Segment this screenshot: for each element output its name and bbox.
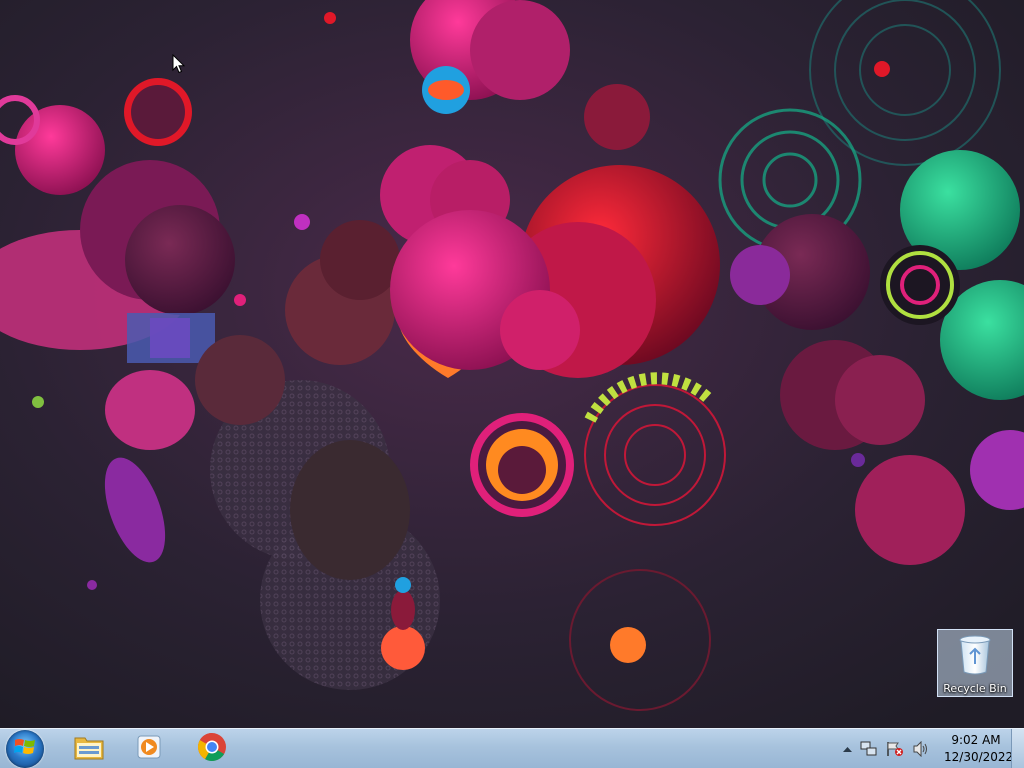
- windows-logo-icon: [14, 737, 36, 761]
- start-button[interactable]: [6, 730, 44, 768]
- desktop-icon-recycle-bin[interactable]: Recycle Bin: [937, 629, 1013, 697]
- taskbar-chrome-button[interactable]: [183, 730, 241, 767]
- sun-ornament: [124, 78, 192, 146]
- desktop[interactable]: Recycle Bin: [0, 0, 1024, 728]
- show-desktop-button[interactable]: [1011, 729, 1024, 768]
- recycle-bin-icon: [957, 634, 993, 680]
- desktop-wallpaper: [0, 0, 1024, 728]
- volume-icon[interactable]: [912, 741, 930, 757]
- taskbar-file-explorer-button[interactable]: [60, 730, 118, 767]
- taskbar: 9:02 AM 12/30/2022: [0, 728, 1024, 768]
- show-hidden-icons-arrow[interactable]: [843, 746, 852, 753]
- action-center-flag-icon[interactable]: [886, 741, 904, 757]
- clock-date: 12/30/2022: [944, 750, 1014, 764]
- chrome-icon: [197, 732, 227, 766]
- desktop-icon-label: Recycle Bin: [943, 682, 1007, 695]
- mouse-cursor-icon: [172, 53, 186, 78]
- system-tray: 9:02 AM 12/30/2022: [839, 729, 1014, 768]
- media-player-icon: [135, 733, 163, 765]
- taskbar-media-player-button[interactable]: [120, 730, 178, 767]
- clock[interactable]: 9:02 AM 12/30/2022: [944, 732, 1014, 766]
- network-icon[interactable]: [860, 741, 878, 757]
- clock-time: 9:02 AM: [951, 733, 1001, 747]
- folder-icon: [73, 733, 105, 765]
